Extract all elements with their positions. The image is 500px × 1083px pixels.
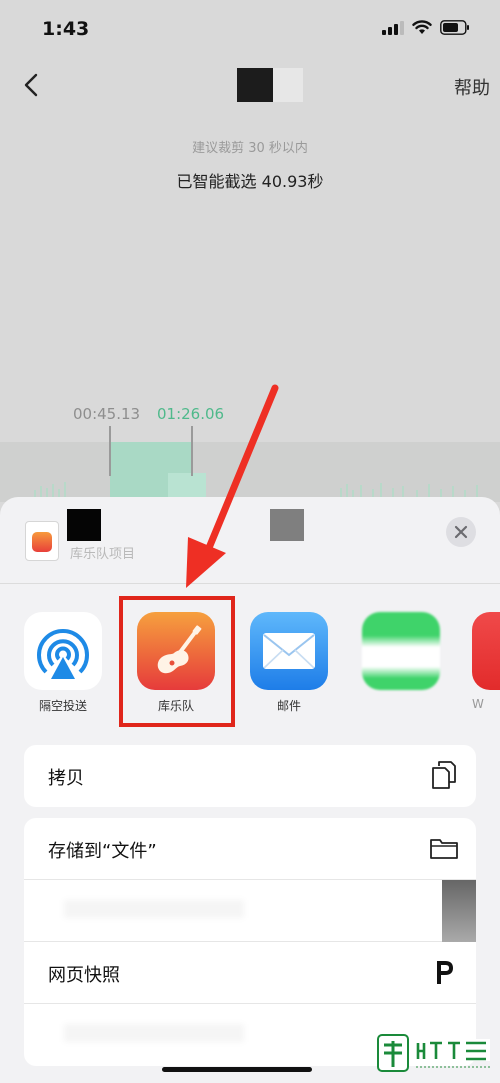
action-blurred[interactable] [24,880,476,942]
garageband-small-icon [32,532,52,552]
messages-icon [362,612,440,690]
waveform-bars [34,482,478,500]
app-messages[interactable] [362,612,440,697]
nav-title-redacted [237,68,303,102]
watermark-logo-icon [377,1034,490,1072]
home-indicator [162,1067,312,1072]
blurred-label [64,900,244,918]
airdrop-icon [24,612,102,690]
redacted-block-black [67,509,101,541]
wifi-icon [412,20,432,34]
redacted-block-gray [270,509,304,541]
status-time: 1:43 [42,18,90,40]
app-airdrop[interactable]: 隔空投送 [24,612,102,714]
copy-icon [428,759,460,791]
trim-start-handle[interactable] [109,426,111,476]
blurred-label [64,1024,244,1042]
folder-icon [428,832,460,864]
close-icon [454,525,468,539]
trim-start-time: 00:45.13 [73,405,141,423]
share-apps-row: 隔空投送 库乐队 邮件 W [0,585,500,725]
trim-selected-duration: 已智能截选 40.93秒 [176,172,324,191]
file-thumbnail [25,521,59,561]
app-icon [472,612,500,690]
share-sheet-header: 库乐队项目 [0,497,500,584]
status-icons [382,20,470,35]
back-icon[interactable] [18,70,48,100]
action-group-files: 存储到“文件” 网页快照 [24,818,476,1066]
action-save-to-files[interactable]: 存储到“文件” [24,818,476,880]
share-sheet: 库乐队项目 隔空投送 库乐队 邮件 W 拷贝 存储到“文件” 网页快照 [0,497,500,1083]
action-group-copy: 拷贝 [24,745,476,807]
redacted-block-dark [237,68,273,102]
app-partial[interactable]: W [472,612,500,711]
action-label: 拷贝 [48,768,84,789]
app-mail[interactable]: 邮件 [250,612,328,714]
file-subtitle: 库乐队项目 [70,547,136,562]
close-button[interactable] [446,517,476,547]
action-web-snapshot[interactable]: 网页快照 [24,942,476,1004]
battery-icon [440,20,469,35]
trim-hint: 建议裁剪 30 秒以内 [192,141,308,156]
trim-end-time: 01:26.06 [157,405,225,423]
action-label: 网页快照 [48,965,120,986]
blurred-icon [442,880,476,942]
status-bar: 1:43 [0,0,500,60]
signal-icon [382,20,404,35]
mail-icon [250,612,328,690]
redacted-block-light [273,68,303,102]
help-button[interactable]: 帮助 [454,74,490,100]
highlight-box [119,596,235,727]
app-label: 隔空投送 [38,699,87,713]
app-label: 邮件 [276,699,301,713]
app-label: W [472,697,484,711]
trim-end-handle[interactable] [191,426,193,476]
p-icon [428,956,460,988]
action-copy[interactable]: 拷贝 [24,745,476,807]
action-label: 存储到“文件” [48,841,157,862]
